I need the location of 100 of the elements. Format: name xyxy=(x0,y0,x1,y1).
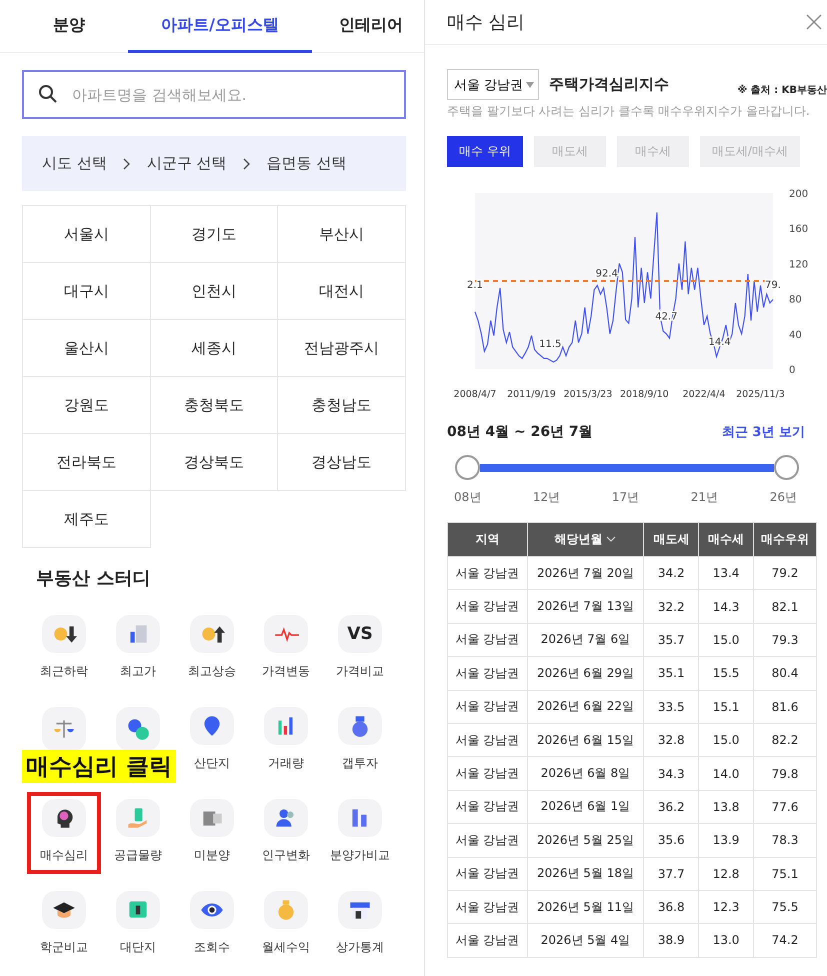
region-cell[interactable]: 강원도 xyxy=(23,377,151,434)
table-cell: 80.4 xyxy=(753,656,816,690)
tab[interactable]: 인테리어 xyxy=(312,0,430,53)
study-item[interactable]: 미분양 xyxy=(175,792,249,874)
axis-label: 2011/9/19 xyxy=(507,389,556,400)
data-label: 79. xyxy=(765,280,781,291)
table-cell: 37.7 xyxy=(644,857,699,890)
table-cell: 32.2 xyxy=(644,590,699,624)
table-cell: 서울 강남권 xyxy=(448,623,528,657)
study-item[interactable]: 갭투자 xyxy=(323,700,397,782)
study-item[interactable]: 산단지 xyxy=(175,700,249,782)
region-cell[interactable]: 대전시 xyxy=(278,263,406,320)
slider-tick: 17년 xyxy=(612,489,640,506)
table-cell: 79.3 xyxy=(753,623,816,657)
table-cell: 서울 강남권 xyxy=(448,690,528,724)
study-item[interactable]: 공급물량 xyxy=(101,792,175,874)
study-item[interactable]: 최고가 xyxy=(101,608,175,690)
region-step[interactable]: 시도 선택 xyxy=(42,154,107,173)
table-cell: 2026년 5월 11일 xyxy=(527,890,644,924)
study-item[interactable]: 대단지 xyxy=(101,884,175,966)
region-cell[interactable]: 대구시 xyxy=(23,263,151,320)
table-cell: 서울 강남권 xyxy=(448,924,528,958)
table-cell: 14.3 xyxy=(698,590,754,624)
study-item[interactable]: 거래량 xyxy=(249,700,323,782)
axis-label: 40 xyxy=(789,330,802,341)
study-item[interactable]: 가격변동 xyxy=(249,608,323,690)
filter-tab[interactable]: 매수 우위 xyxy=(447,136,523,167)
region-cell[interactable]: 충청남도 xyxy=(278,377,406,434)
table-cell: 74.2 xyxy=(753,924,816,958)
table-cell: 35.6 xyxy=(644,824,699,858)
table-cell: 38.9 xyxy=(644,924,699,958)
region-step[interactable]: 읍면동 선택 xyxy=(266,154,346,173)
study-item[interactable]: 조회수 xyxy=(175,884,249,966)
table-cell: 2026년 5월 18일 xyxy=(527,857,644,890)
table-cell: 14.0 xyxy=(698,756,754,790)
recent-link[interactable]: 최근 3년 보기 xyxy=(722,423,805,441)
table-cell: 서울 강남권 xyxy=(448,656,528,690)
study-item[interactable]: 최고상승 xyxy=(175,608,249,690)
table-cell: 서울 강남권 xyxy=(448,756,528,790)
study-item[interactable]: VS 가격비교 xyxy=(323,608,397,690)
region-cell[interactable]: 경상남도 xyxy=(278,434,406,491)
study-item[interactable]: 학군비교 xyxy=(27,884,101,966)
region-cell[interactable]: 제주도 xyxy=(23,491,151,548)
table-cell: 서울 강남권 xyxy=(448,723,528,757)
chevron-icon xyxy=(122,158,131,170)
source-note: ※ 출처 : KB부동산 xyxy=(737,84,827,96)
column-header[interactable]: 해당년월 xyxy=(527,522,644,556)
study-item[interactable]: 상가통계 xyxy=(323,884,397,966)
slider-tick: 21년 xyxy=(690,489,718,506)
study-item[interactable]: 월세수익 xyxy=(249,884,323,966)
study-item[interactable]: 최근하락 xyxy=(27,608,101,690)
table-cell: 2026년 7월 13일 xyxy=(527,590,644,624)
table-cell: 13.8 xyxy=(698,790,754,824)
axis-label: 80 xyxy=(789,294,802,306)
study-item[interactable]: 분양가비교 xyxy=(323,792,397,874)
table-cell: 서울 강남권 xyxy=(448,590,528,624)
region-cell[interactable]: 경상북도 xyxy=(150,434,278,491)
slider-tick: 12년 xyxy=(532,489,560,506)
region-cell[interactable]: 부산시 xyxy=(278,206,406,263)
data-label: 11.5 xyxy=(539,338,562,350)
tab[interactable]: 아파트/오피스텔 xyxy=(128,0,312,53)
tab[interactable]: 분양 xyxy=(10,0,128,53)
axis-label: 2008/4/7 xyxy=(454,389,496,400)
index-title: 주택가격심리지수 xyxy=(549,75,670,94)
table-cell: 2026년 6월 8일 xyxy=(527,756,644,790)
chevron-icon xyxy=(242,158,251,170)
slider-thumb[interactable] xyxy=(455,455,480,480)
axis-label: 2015/3/23 xyxy=(564,389,612,400)
region-cell[interactable]: 인천시 xyxy=(150,263,278,320)
slider-thumb[interactable] xyxy=(774,455,799,480)
description: 주택을 팔기보다 사려는 심리가 클수록 매수우위지수가 올라갑니다. xyxy=(447,103,811,120)
region-cell[interactable]: 전라북도 xyxy=(23,434,151,491)
region-cell[interactable]: 충청북도 xyxy=(150,377,278,434)
table-cell: 15.0 xyxy=(698,723,754,757)
table-cell: 82.2 xyxy=(753,723,816,757)
table-cell: 서울 강남권 xyxy=(448,890,528,924)
table-cell: 36.2 xyxy=(644,790,699,824)
table-cell: 82.1 xyxy=(753,590,816,624)
region-cell[interactable]: 경기도 xyxy=(150,206,278,263)
table-cell: 2026년 7월 6일 xyxy=(527,623,644,657)
table-cell: 79.8 xyxy=(753,756,816,790)
region-select[interactable]: 서울 강남권 xyxy=(447,69,540,100)
table-cell: 13.0 xyxy=(698,924,754,958)
search-field[interactable]: 아파트명을 검색해보세요. xyxy=(22,70,406,119)
region-cell[interactable]: 전남광주시 xyxy=(278,320,406,377)
range-label: 08년 4월 ~ 26년 7월 xyxy=(447,423,593,441)
region-cell[interactable]: 울산시 xyxy=(23,320,151,377)
table-cell: 15.1 xyxy=(698,690,754,724)
panel-title: 매수 심리 xyxy=(447,11,525,34)
study-item[interactable]: 매수심리 xyxy=(27,792,101,874)
region-cell[interactable]: 서울시 xyxy=(23,206,151,263)
region-cell[interactable]: 세종시 xyxy=(150,320,278,377)
table-cell: 13.9 xyxy=(698,824,754,858)
data-label: 2.1 xyxy=(467,280,483,291)
axis-label: 120 xyxy=(789,259,808,270)
table-cell: 75.1 xyxy=(753,857,816,890)
close-icon[interactable] xyxy=(805,13,823,31)
study-item[interactable]: 인구변화 xyxy=(249,792,323,874)
table-cell: 77.6 xyxy=(753,790,816,824)
region-step[interactable]: 시군구 선택 xyxy=(146,154,227,173)
